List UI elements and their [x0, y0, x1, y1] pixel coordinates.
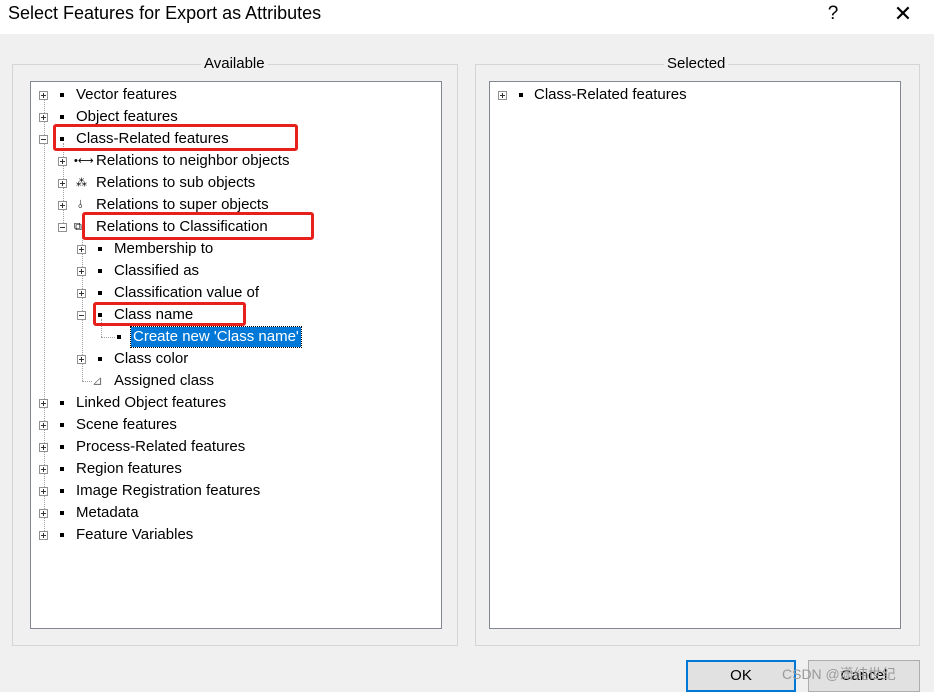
selected-legend: Selected [664, 55, 729, 72]
available-tree[interactable]: Vector features Object features Class-Re… [30, 81, 442, 629]
expand-icon[interactable] [58, 201, 67, 210]
title-bar: Select Features for Export as Attributes… [0, 0, 934, 34]
highlight-relations-classification [82, 212, 314, 240]
selected-item-class-related-features[interactable]: Class-Related features [490, 84, 890, 106]
tree-item-classified-as[interactable]: Classified as [31, 260, 431, 282]
expand-icon[interactable] [39, 443, 48, 452]
neighbor-relation-icon: •⟷ [74, 155, 94, 167]
tree-item-label: Relations to sub objects [96, 174, 256, 191]
bullet-icon [117, 335, 121, 339]
tree-item-label: Classification value of [114, 284, 260, 301]
tree-item-label: Create new 'Class name' [130, 326, 302, 348]
bullet-icon [98, 357, 102, 361]
bullet-icon [60, 401, 64, 405]
tree-item-create-new-class-name[interactable]: Create new 'Class name' [31, 326, 431, 348]
expand-icon[interactable] [39, 487, 48, 496]
expand-icon[interactable] [77, 267, 86, 276]
assigned-class-icon: ⊿ [92, 373, 103, 388]
tree-item-assigned-class[interactable]: ⊿ Assigned class [31, 370, 431, 392]
collapse-icon[interactable] [39, 135, 48, 144]
tree-item-label: Classified as [114, 262, 200, 279]
tree-item-label: Class color [114, 350, 189, 367]
expand-icon[interactable] [39, 113, 48, 122]
tree-item-label: Assigned class [114, 372, 215, 389]
expand-icon[interactable] [77, 289, 86, 298]
tree-item-relations-neighbor[interactable]: •⟷ Relations to neighbor objects [31, 150, 431, 172]
bullet-icon [60, 115, 64, 119]
available-legend: Available [201, 55, 268, 72]
bullet-icon [60, 489, 64, 493]
classification-icon: ⧉ [74, 221, 82, 233]
tree-item-label: Relations to neighbor objects [96, 152, 290, 169]
tree-item-label: Region features [76, 460, 182, 477]
tree-item-label: Linked Object features [76, 394, 227, 411]
watermark: CSDN @潇纯世纪 [782, 666, 896, 682]
bullet-icon [519, 93, 523, 97]
bullet-icon [60, 93, 64, 97]
expand-icon[interactable] [39, 531, 48, 540]
tree-item-label: Vector features [76, 86, 177, 103]
bullet-icon [98, 291, 102, 295]
tree-item-label: Process-Related features [76, 438, 246, 455]
bullet-icon [60, 423, 64, 427]
expand-icon[interactable] [77, 355, 86, 364]
expand-icon[interactable] [77, 245, 86, 254]
tree-item-region-features[interactable]: Region features [31, 458, 431, 480]
ok-button[interactable]: OK [686, 660, 796, 692]
tree-item-label: Metadata [76, 504, 139, 521]
bullet-icon [60, 533, 64, 537]
tree-item-label: Feature Variables [76, 526, 194, 543]
expand-icon[interactable] [39, 421, 48, 430]
highlight-class-related [53, 124, 298, 151]
tree-item-classification-value-of[interactable]: Classification value of [31, 282, 431, 304]
window-title: Select Features for Export as Attributes [8, 3, 322, 23]
expand-icon[interactable] [39, 399, 48, 408]
tree-item-relations-sub[interactable]: ⁂ Relations to sub objects [31, 172, 431, 194]
tree-item-metadata[interactable]: Metadata [31, 502, 431, 524]
sub-objects-icon: ⁂ [76, 177, 87, 189]
tree-item-label: Scene features [76, 416, 177, 433]
collapse-icon[interactable] [58, 223, 67, 232]
bullet-icon [98, 269, 102, 273]
tree-item-membership-to[interactable]: Membership to [31, 238, 431, 260]
tree-item-class-color[interactable]: Class color [31, 348, 431, 370]
tree-item-image-registration-features[interactable]: Image Registration features [31, 480, 431, 502]
close-button[interactable]: ✕ [884, 0, 922, 30]
tree-item-feature-variables[interactable]: Feature Variables [31, 524, 431, 546]
tree-item-vector-features[interactable]: Vector features [31, 84, 431, 106]
tree-item-linked-object-features[interactable]: Linked Object features [31, 392, 431, 414]
expand-icon[interactable] [58, 157, 67, 166]
highlight-class-name [93, 302, 246, 326]
help-button[interactable]: ? [818, 0, 848, 30]
bullet-icon [60, 467, 64, 471]
expand-icon[interactable] [39, 509, 48, 518]
tree-item-label: Image Registration features [76, 482, 261, 499]
expand-icon[interactable] [39, 91, 48, 100]
tree-item-label: Class-Related features [534, 86, 687, 103]
bullet-icon [60, 511, 64, 515]
expand-icon[interactable] [58, 179, 67, 188]
bullet-icon [98, 247, 102, 251]
selected-tree[interactable]: Class-Related features [489, 81, 901, 629]
tree-item-scene-features[interactable]: Scene features [31, 414, 431, 436]
collapse-icon[interactable] [77, 311, 86, 320]
tree-item-process-related-features[interactable]: Process-Related features [31, 436, 431, 458]
expand-icon[interactable] [498, 91, 507, 100]
tree-item-label: Membership to [114, 240, 214, 257]
expand-icon[interactable] [39, 465, 48, 474]
bullet-icon [60, 445, 64, 449]
